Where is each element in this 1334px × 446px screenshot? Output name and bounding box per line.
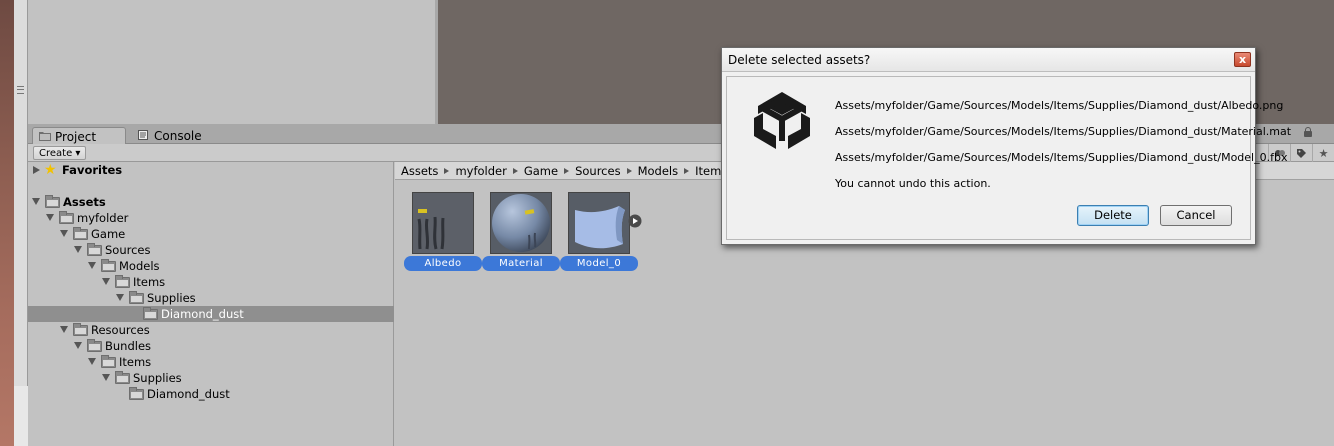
unity-logo-icon xyxy=(754,92,810,149)
expand-arrow-icon[interactable] xyxy=(33,166,40,174)
tree-label: Items xyxy=(119,355,152,369)
tree-item-diamond-dust[interactable]: Diamond_dust xyxy=(28,386,394,402)
tree-item-favorites[interactable]: ★ Favorites xyxy=(28,162,394,178)
collapse-arrow-icon[interactable] xyxy=(88,262,96,269)
breadcrumb-separator-icon xyxy=(444,168,450,174)
breadcrumb-item[interactable]: Sources xyxy=(575,162,621,179)
breadcrumb-separator-icon xyxy=(626,168,632,174)
tree-item-myfolder[interactable]: myfolder xyxy=(28,210,394,226)
tree-label: Bundles xyxy=(105,339,152,353)
collapse-arrow-icon[interactable] xyxy=(102,374,110,381)
tree-label: Items xyxy=(133,275,166,289)
collapse-arrow-icon[interactable] xyxy=(102,278,110,285)
create-button[interactable]: Create ▾ xyxy=(33,146,87,160)
collapse-arrow-icon[interactable] xyxy=(60,326,68,333)
collapse-arrow-icon[interactable] xyxy=(74,246,82,253)
desktop-background-lower xyxy=(14,386,28,446)
material-sphere-icon xyxy=(490,192,552,254)
dialog-file-path: Assets/myfolder/Game/Sources/Models/Item… xyxy=(835,125,1292,138)
tree-label: Favorites xyxy=(62,163,123,177)
tree-item-supplies[interactable]: Supplies xyxy=(28,370,394,386)
tree-item-assets[interactable]: Assets xyxy=(28,194,394,210)
tree-item-items[interactable]: Items xyxy=(28,274,394,290)
tree-label: Sources xyxy=(105,243,151,257)
tree-item-bundles[interactable]: Bundles xyxy=(28,338,394,354)
folder-icon xyxy=(87,243,102,256)
folder-icon xyxy=(101,355,116,368)
tree-item-diamond-dust[interactable]: Diamond_dust xyxy=(28,306,394,322)
left-splitter[interactable] xyxy=(14,0,28,386)
texture-thumbnail-icon xyxy=(412,192,474,254)
tree-label: Resources xyxy=(91,323,150,337)
collapse-arrow-icon[interactable] xyxy=(46,214,54,221)
tree-label: myfolder xyxy=(77,211,129,225)
breadcrumb-separator-icon xyxy=(512,168,518,174)
folder-icon xyxy=(73,323,88,336)
desktop-background xyxy=(0,0,14,446)
folder-icon xyxy=(129,387,144,400)
folder-icon xyxy=(45,195,60,208)
dialog-file-path: Assets/myfolder/Game/Sources/Models/Item… xyxy=(835,151,1288,164)
tree-item-supplies[interactable]: Supplies xyxy=(28,290,394,306)
asset-label: Material xyxy=(482,256,560,271)
expand-play-icon[interactable] xyxy=(628,214,642,228)
lock-icon[interactable] xyxy=(1304,127,1312,137)
tree-item-sources[interactable]: Sources xyxy=(28,242,394,258)
breadcrumb-item[interactable]: Assets xyxy=(401,162,438,179)
tree-label: Diamond_dust xyxy=(147,387,230,401)
collapse-arrow-icon[interactable] xyxy=(32,198,40,205)
tree-label: Game xyxy=(91,227,126,241)
dialog-warning: You cannot undo this action. xyxy=(835,177,991,190)
upper-left-panel xyxy=(28,0,438,124)
folder-icon xyxy=(39,132,51,141)
folder-icon xyxy=(129,291,144,304)
tab-label: Project xyxy=(55,130,97,144)
dialog-file-path: Assets/myfolder/Game/Sources/Models/Item… xyxy=(835,99,1284,112)
delete-button[interactable]: Delete xyxy=(1077,205,1149,226)
tab-project[interactable]: Project xyxy=(32,127,126,144)
folder-icon xyxy=(115,275,130,288)
tree-item-models[interactable]: Models xyxy=(28,258,394,274)
console-icon xyxy=(138,130,148,140)
tab-console[interactable]: Console xyxy=(132,127,222,144)
tree-label: Diamond_dust xyxy=(161,307,244,321)
collapse-arrow-icon[interactable] xyxy=(60,230,68,237)
tab-label: Console xyxy=(154,129,202,143)
collapse-arrow-icon[interactable] xyxy=(116,294,124,301)
dialog-body: Assets/myfolder/Game/Sources/Models/Item… xyxy=(726,76,1291,240)
close-button[interactable]: x xyxy=(1234,52,1251,67)
delete-assets-dialog: Delete selected assets? x Assets/myfolde… xyxy=(721,47,1291,245)
label-tag-icon[interactable] xyxy=(1290,144,1312,162)
folder-icon xyxy=(59,211,74,224)
cancel-button[interactable]: Cancel xyxy=(1160,205,1232,226)
breadcrumb-item[interactable]: Game xyxy=(524,162,558,179)
folder-icon xyxy=(115,371,130,384)
breadcrumb-item[interactable]: myfolder xyxy=(455,162,506,179)
collapse-arrow-icon[interactable] xyxy=(88,358,96,365)
folder-icon xyxy=(73,227,88,240)
tree-item-items[interactable]: Items xyxy=(28,354,394,370)
tree-item-game[interactable]: Game xyxy=(28,226,394,242)
tree-label: Supplies xyxy=(147,291,196,305)
asset-label: Model_0 xyxy=(560,256,638,271)
favorite-star-icon[interactable]: ★ xyxy=(1312,144,1334,162)
collapse-arrow-icon[interactable] xyxy=(74,342,82,349)
breadcrumb-item[interactable]: Models xyxy=(638,162,679,179)
dialog-title-bar: Delete selected assets? x xyxy=(722,48,1255,72)
folder-icon xyxy=(101,259,116,272)
model-preview-icon xyxy=(568,192,630,254)
breadcrumb-separator-icon xyxy=(564,168,570,174)
star-icon: ★ xyxy=(44,162,57,178)
grip-icon xyxy=(17,86,24,94)
breadcrumb-separator-icon xyxy=(684,168,690,174)
tree-item-resources[interactable]: Resources xyxy=(28,322,394,338)
folder-icon xyxy=(143,307,158,320)
tree-label: Models xyxy=(119,259,160,273)
tree-label: Assets xyxy=(63,195,106,209)
tree-label: Supplies xyxy=(133,371,182,385)
dialog-title: Delete selected assets? xyxy=(728,53,871,67)
folder-icon xyxy=(87,339,102,352)
folder-tree: ★ Favorites Assets myfolder Game Sources… xyxy=(28,162,394,446)
asset-label: Albedo xyxy=(404,256,482,271)
